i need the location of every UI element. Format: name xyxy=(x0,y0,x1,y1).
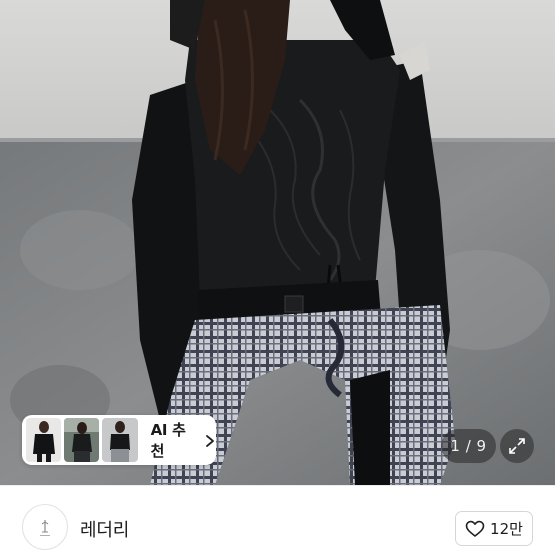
heart-icon xyxy=(465,520,485,538)
product-photo-illustration xyxy=(0,0,555,485)
ai-recommend-thumb-2 xyxy=(64,418,100,462)
ai-recommend-label: AI 추천 xyxy=(150,421,186,460)
ai-thumb-2-illustration xyxy=(64,418,100,462)
shop-avatar[interactable] xyxy=(22,504,68,550)
ai-recommend-thumb-1 xyxy=(26,418,62,462)
chevron-right-icon xyxy=(204,433,216,447)
shop-logo-icon xyxy=(30,512,60,542)
product-detail-screen: AI 추천 1 / 9 레더리 12만 xyxy=(0,0,555,555)
ai-recommend-button[interactable]: AI 추천 xyxy=(22,415,216,465)
ai-recommend-thumb-3 xyxy=(102,418,138,462)
expand-icon xyxy=(508,437,526,455)
seller-bar: 레더리 12만 xyxy=(0,485,555,555)
product-photo[interactable] xyxy=(0,0,555,485)
like-button[interactable]: 12만 xyxy=(455,511,533,546)
expand-image-button[interactable] xyxy=(500,429,534,463)
ai-thumb-1-illustration xyxy=(26,418,62,462)
ai-thumb-3-illustration xyxy=(102,418,138,462)
shop-name[interactable]: 레더리 xyxy=(80,516,129,542)
like-count: 12만 xyxy=(490,520,523,538)
image-pager-indicator: 1 / 9 xyxy=(441,429,496,463)
